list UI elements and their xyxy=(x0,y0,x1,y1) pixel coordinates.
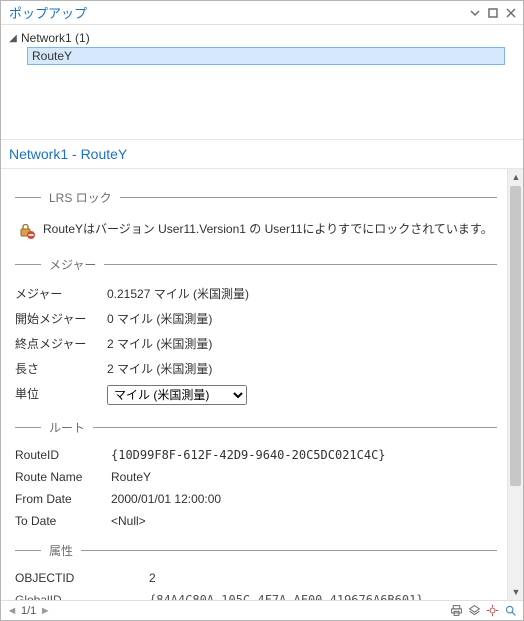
value: {10D99F8F-612F-42D9-9640-20C5DC021C4C} xyxy=(111,448,497,462)
lock-row: RouteYはバージョン User11.Version1 の User11により… xyxy=(15,214,497,246)
label: RouteID xyxy=(15,448,111,462)
row-todate: To Date <Null> xyxy=(15,510,497,532)
label: 長さ xyxy=(15,360,107,377)
row-fromdate: From Date 2000/01/01 12:00:00 xyxy=(15,488,497,510)
row-measure: メジャー 0.21527 マイル (米国測量) xyxy=(15,281,497,306)
row-end-measure: 終点メジャー 2 マイル (米国測量) xyxy=(15,331,497,356)
titlebar: ポップアップ xyxy=(1,1,523,25)
value: 0.21527 マイル (米国測量) xyxy=(107,285,497,302)
tree-selected-item[interactable]: RouteY xyxy=(27,47,505,65)
label: メジャー xyxy=(15,285,107,302)
label: GlobalID xyxy=(15,593,111,600)
value: 2 マイル (米国測量) xyxy=(107,360,497,377)
row-start-measure: 開始メジャー 0 マイル (米国測量) xyxy=(15,306,497,331)
tree-root-label: Network1 (1) xyxy=(19,31,92,45)
scroll-down-icon[interactable]: ▼ xyxy=(508,584,523,600)
popup-content: LRS ロック RouteYはバージョン User11.Version1 の U… xyxy=(1,169,507,600)
print-icon[interactable] xyxy=(447,603,465,619)
section-label: メジャー xyxy=(41,256,104,273)
unit-select[interactable]: マイル (米国測量) xyxy=(107,385,247,405)
row-routeid: RouteID {10D99F8F-612F-42D9-9640-20C5DC0… xyxy=(15,444,497,466)
row-objectid: OBJECTID 2 xyxy=(15,567,497,589)
unit-value: マイル (米国測量) xyxy=(107,385,497,405)
vertical-scrollbar[interactable]: ▲ ▼ xyxy=(507,169,523,600)
label: To Date xyxy=(15,514,111,528)
section-label: ルート xyxy=(41,419,93,436)
prev-feature-icon[interactable]: ◄ xyxy=(5,605,19,617)
scroll-thumb[interactable] xyxy=(510,186,521,486)
maximize-icon[interactable] xyxy=(485,5,501,21)
tree-root-row[interactable]: ◢ Network1 (1) xyxy=(7,29,517,47)
row-length: 長さ 2 マイル (米国測量) xyxy=(15,356,497,381)
value: <Null> xyxy=(111,514,497,528)
panel-title: ポップアップ xyxy=(9,3,465,22)
lock-message: RouteYはバージョン User11.Version1 の User11により… xyxy=(39,220,493,239)
close-icon[interactable] xyxy=(503,5,519,21)
tree-selected-label: RouteY xyxy=(32,49,72,63)
row-globalid: GlobalID {84A4C80A-105C-4F7A-AF00-419676… xyxy=(15,589,497,600)
target-icon[interactable] xyxy=(483,603,501,619)
label: 終点メジャー xyxy=(15,335,107,352)
label: 開始メジャー xyxy=(15,310,107,327)
search-icon[interactable] xyxy=(501,603,519,619)
value: 2000/01/01 12:00:00 xyxy=(111,492,497,506)
value: 2 マイル (米国測量) xyxy=(107,335,497,352)
section-measure: メジャー xyxy=(15,256,497,273)
value: {84A4C80A-105C-4F7A-AF00-419676A6B601} xyxy=(111,593,497,600)
layers-icon[interactable] xyxy=(465,603,483,619)
label: From Date xyxy=(15,492,111,506)
section-attributes: 属性 xyxy=(15,542,497,559)
label: Route Name xyxy=(15,470,111,484)
page-indicator: 1/1 xyxy=(19,605,38,617)
lock-denied-icon xyxy=(15,220,39,240)
dropdown-icon[interactable] xyxy=(467,5,483,21)
section-lrs-lock: LRS ロック xyxy=(15,189,497,206)
section-route: ルート xyxy=(15,419,497,436)
label: OBJECTID xyxy=(15,571,111,585)
label: 単位 xyxy=(15,385,107,405)
value: RouteY xyxy=(111,470,497,484)
value: 2 xyxy=(111,571,497,585)
content-wrap: LRS ロック RouteYはバージョン User11.Version1 の U… xyxy=(1,169,523,600)
feature-tree: ◢ Network1 (1) RouteY xyxy=(1,25,523,140)
section-label: 属性 xyxy=(41,542,81,559)
collapse-icon[interactable]: ◢ xyxy=(7,33,19,44)
next-feature-icon[interactable]: ► xyxy=(38,605,52,617)
section-label: LRS ロック xyxy=(41,189,120,206)
footer: ◄ 1/1 ► xyxy=(1,600,523,620)
row-unit: 単位 マイル (米国測量) xyxy=(15,381,497,409)
feature-subtitle: Network1 - RouteY xyxy=(1,140,523,169)
row-routename: Route Name RouteY xyxy=(15,466,497,488)
scroll-up-icon[interactable]: ▲ xyxy=(508,169,523,185)
value: 0 マイル (米国測量) xyxy=(107,310,497,327)
